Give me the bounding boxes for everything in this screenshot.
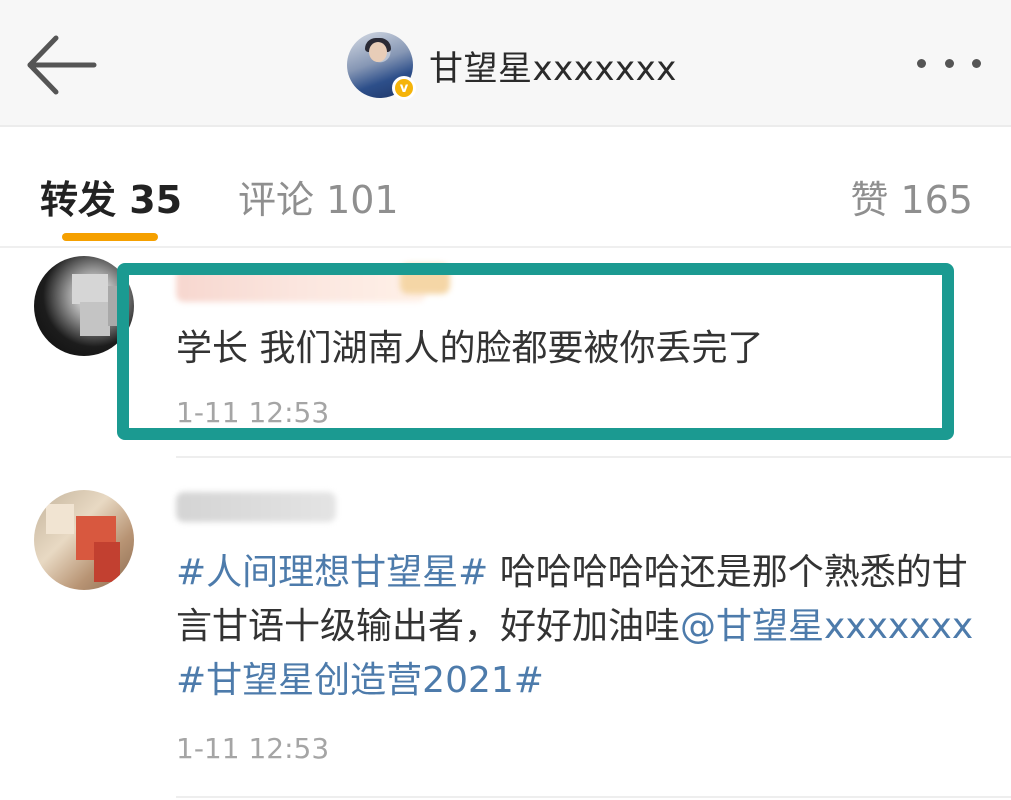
divider <box>176 796 1011 798</box>
more-dots-icon[interactable] <box>917 48 981 78</box>
tab-bar: 转发 35 评论 101 赞 165 <box>0 129 1011 248</box>
hashtag-link[interactable]: #甘望星创造营2021# <box>176 660 544 701</box>
verified-badge-icon: v <box>392 76 416 100</box>
tab-comment[interactable]: 评论 101 <box>238 169 399 224</box>
timestamp: 1-11 12:53 <box>176 732 330 765</box>
profile-title[interactable]: v 甘望星xxxxxxx <box>347 31 677 100</box>
mention-link[interactable]: @甘望星xxxxxxx <box>680 606 973 647</box>
page-title: 甘望星xxxxxxx <box>429 48 677 89</box>
active-tab-indicator <box>62 233 158 241</box>
list-item[interactable]: #人间理想甘望星# 哈哈哈哈哈还是那个熟悉的甘言甘语十级输出者，好好加油哇@甘望… <box>0 466 1011 800</box>
comment-text: #人间理想甘望星# 哈哈哈哈哈还是那个熟悉的甘言甘语十级输出者，好好加油哇@甘望… <box>176 546 976 708</box>
top-nav-bar: v 甘望星xxxxxxx <box>0 0 1011 127</box>
profile-avatar[interactable]: v <box>347 32 416 100</box>
tab-like[interactable]: 赞 165 <box>850 169 973 224</box>
avatar[interactable] <box>34 490 134 590</box>
hashtag-link[interactable]: #人间理想甘望星# <box>176 552 488 593</box>
divider <box>176 456 1011 458</box>
blurred-username <box>176 492 336 522</box>
back-arrow-icon[interactable] <box>22 30 102 100</box>
highlight-box <box>117 263 954 440</box>
tab-repost[interactable]: 转发 35 <box>40 169 182 224</box>
